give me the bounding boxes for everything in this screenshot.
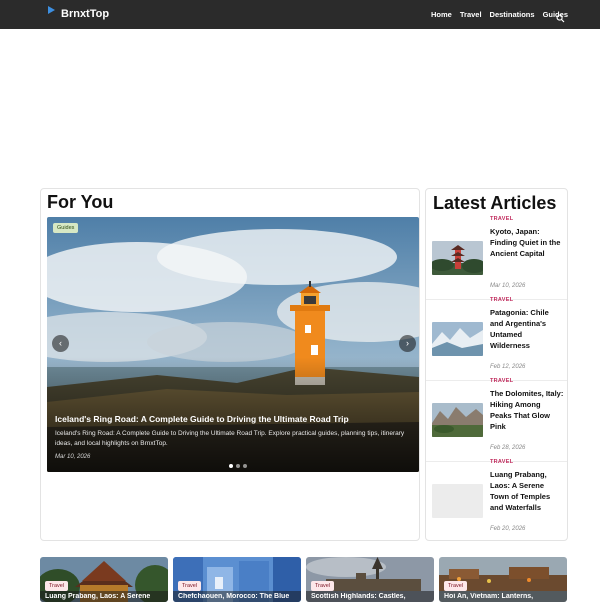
tile-title[interactable]: Scottish Highlands: Castles, <box>311 593 431 600</box>
article-item[interactable]: TRAVEL Patagonia: Chile and Argentina's … <box>426 297 567 381</box>
article-tile[interactable]: Travel Luang Prabang, Laos: A Serene <box>40 557 168 602</box>
carousel-prev-button[interactable]: ‹ <box>52 335 69 352</box>
featured-date: Mar 10, 2026 <box>55 454 91 460</box>
tile-category-badge[interactable]: Travel <box>45 581 69 591</box>
carousel-dot[interactable] <box>242 464 247 468</box>
nav-destinations[interactable]: Destinations <box>490 10 535 19</box>
tile-title[interactable]: Chefchaouen, Morocco: The Blue <box>178 593 298 600</box>
featured-slide[interactable]: Guides ‹ › Iceland's Ring Road: A Comple… <box>47 217 419 472</box>
featured-category-badge[interactable]: Guides <box>53 223 79 233</box>
article-title[interactable]: Luang Prabang, Laos: A Serene Town of Te… <box>490 469 564 513</box>
nav-home[interactable]: Home <box>431 10 452 19</box>
main-nav: Home Travel Destinations Guides <box>423 0 568 29</box>
article-category[interactable]: TRAVEL <box>490 459 513 465</box>
brand-name: BrnxtTop <box>61 8 110 20</box>
tile-title[interactable]: Luang Prabang, Laos: A Serene <box>45 593 165 600</box>
chevron-left-icon: ‹ <box>59 338 62 348</box>
article-category[interactable]: TRAVEL <box>490 216 513 222</box>
carousel-next-button[interactable]: › <box>399 335 416 352</box>
for-you-title: For You <box>47 192 114 212</box>
article-date: Feb 28, 2026 <box>490 445 526 451</box>
tile-category-badge[interactable]: Travel <box>444 581 468 591</box>
latest-articles-title: Latest Articles <box>433 193 557 213</box>
featured-description: Iceland's Ring Road: A Complete Guide to… <box>55 430 405 447</box>
brand-link[interactable]: BrnxtTop <box>47 5 109 23</box>
play-logo-icon <box>47 6 57 21</box>
article-category[interactable]: TRAVEL <box>490 297 513 303</box>
article-tile[interactable]: Travel Hoi An, Vietnam: Lanterns, <box>439 557 567 602</box>
article-category[interactable]: TRAVEL <box>490 378 513 384</box>
nav-travel[interactable]: Travel <box>460 10 482 19</box>
article-date: Feb 12, 2026 <box>490 364 526 370</box>
article-tile[interactable]: Travel Scottish Highlands: Castles, <box>306 557 434 602</box>
tile-title[interactable]: Hoi An, Vietnam: Lanterns, <box>444 593 564 600</box>
article-item[interactable]: TRAVEL Luang Prabang, Laos: A Serene Tow… <box>426 459 567 540</box>
article-title[interactable]: The Dolomites, Italy: Hiking Among Peaks… <box>490 388 564 432</box>
article-thumbnail <box>432 403 483 437</box>
tile-category-badge[interactable]: Travel <box>178 581 202 591</box>
article-date: Feb 20, 2026 <box>490 526 526 532</box>
carousel-dot[interactable] <box>228 464 233 468</box>
carousel-dot[interactable] <box>235 464 240 468</box>
latest-articles-section: Latest Articles TRAVEL Kyoto, Japan: Fin… <box>425 188 568 541</box>
carousel-dots <box>227 464 248 468</box>
article-thumbnail <box>432 241 483 275</box>
article-title[interactable]: Kyoto, Japan: Finding Quiet in the Ancie… <box>490 226 564 259</box>
article-title[interactable]: Patagonia: Chile and Argentina's Untamed… <box>490 307 564 351</box>
site-header: BrnxtTop Home Travel Destinations Guides <box>0 0 600 29</box>
chevron-right-icon: › <box>406 338 409 348</box>
article-date: Mar 10, 2026 <box>490 283 526 289</box>
article-item[interactable]: TRAVEL Kyoto, Japan: Finding Quiet in th… <box>426 216 567 300</box>
tile-category-badge[interactable]: Travel <box>311 581 335 591</box>
article-item[interactable]: TRAVEL The Dolomites, Italy: Hiking Amon… <box>426 378 567 462</box>
featured-title[interactable]: Iceland's Ring Road: A Complete Guide to… <box>55 414 415 424</box>
article-thumbnail <box>432 484 483 518</box>
article-thumbnail <box>432 322 483 356</box>
search-icon[interactable] <box>556 10 565 23</box>
article-tile[interactable]: Travel Chefchaouen, Morocco: The Blue <box>173 557 301 602</box>
